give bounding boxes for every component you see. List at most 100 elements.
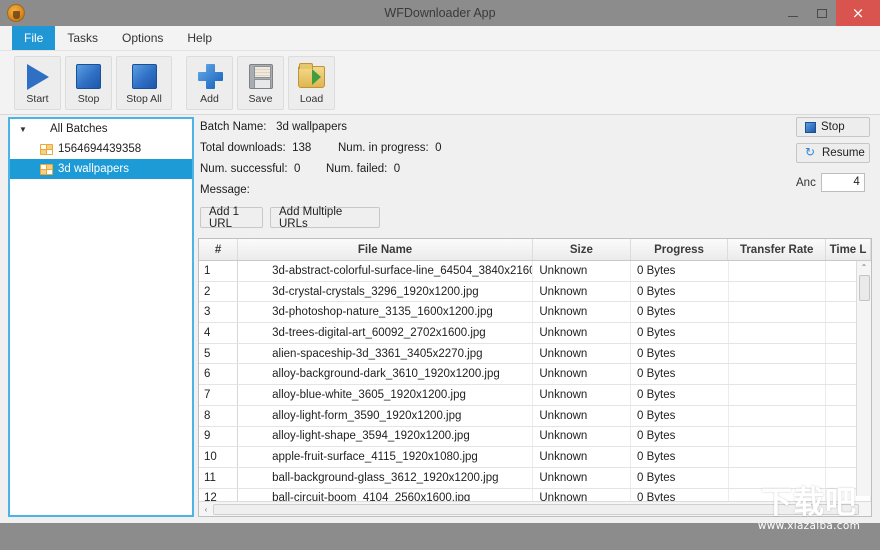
window-controls: ×: [778, 0, 880, 26]
cell-progress: 0 Bytes: [631, 364, 729, 385]
stop-all-button-label: Stop All: [126, 92, 162, 105]
save-button[interactable]: Save: [237, 55, 284, 110]
stop-all-button[interactable]: Stop All: [116, 55, 172, 110]
cell-num: 6: [199, 364, 239, 385]
chevron-down-icon[interactable]: ▼: [16, 125, 30, 134]
table-row[interactable]: 1 3d-abstract-colorful-surface-line_64504…: [199, 261, 871, 282]
menu-item-file[interactable]: File: [12, 26, 56, 50]
batch-resume-button[interactable]: ↻ Resume: [796, 143, 870, 163]
add-one-url-button[interactable]: Add 1 URL: [200, 206, 263, 230]
in-progress-value: 0: [435, 142, 442, 154]
total-downloads-line: Total downloads: 138: [200, 142, 311, 154]
batch-stop-label: Stop: [821, 121, 845, 133]
column-header-time-left[interactable]: Time L: [826, 239, 871, 260]
anc-field-row: Anc 4: [796, 173, 865, 192]
menu-bar: File Tasks Options Help: [0, 26, 880, 51]
load-button-label: Load: [299, 92, 324, 105]
column-header-size[interactable]: Size: [533, 239, 631, 260]
cell-num: 10: [199, 447, 239, 467]
cell-name: alloy-blue-white_3605_1920x1200.jpg: [238, 385, 534, 405]
downloads-table: # File Name Size Progress Transfer Rate …: [198, 238, 872, 517]
cell-rate: [729, 281, 827, 302]
table-row[interactable]: 3 3d-photoshop-nature_3135_1600x1200.jpg U…: [199, 302, 871, 324]
plus-icon: [195, 61, 225, 91]
cell-progress: 0 Bytes: [631, 343, 729, 364]
batch-name-line: Batch Name: 3d wallpapers: [200, 121, 347, 133]
cell-progress: 0 Bytes: [631, 467, 729, 488]
column-header-filename[interactable]: File Name: [238, 239, 534, 260]
cell-progress: 0 Bytes: [631, 426, 729, 447]
anc-input[interactable]: 4: [820, 173, 865, 192]
tree-root-all-batches[interactable]: ▼ All Batches: [10, 119, 192, 139]
batch-icon: [40, 163, 53, 175]
successful-line: Num. successful: 0: [200, 163, 300, 175]
column-header-transfer-rate[interactable]: Transfer Rate: [728, 239, 827, 260]
table-row[interactable]: 7 alloy-blue-white_3605_1920x1200.jpg Unkn…: [199, 385, 871, 406]
table-row[interactable]: 8 alloy-light-form_3590_1920x1200.jpg Unkn…: [199, 405, 871, 427]
column-header-num[interactable]: #: [199, 239, 239, 260]
sidebar-item-1564694439358[interactable]: 1564694439358: [10, 139, 192, 159]
failed-value: 0: [393, 163, 401, 175]
stop-button[interactable]: Stop: [65, 55, 112, 110]
successful-label: Num. successful:: [200, 163, 288, 175]
table-row[interactable]: 9 alloy-light-shape_3594_1920x1200.jpg Unk…: [199, 426, 871, 448]
menu-item-options[interactable]: Options: [110, 26, 175, 50]
menu-item-help[interactable]: Help: [175, 26, 224, 50]
cell-size: Unknown: [533, 405, 632, 426]
cell-num: 9: [199, 426, 239, 447]
watermark: 下载吧 www.xiazaiba.com: [744, 488, 874, 542]
in-progress-label: Num. in progress:: [338, 142, 429, 154]
in-progress-line: Num. in progress: 0: [338, 142, 442, 154]
app-window: WFDownloader App × File Tasks Options He…: [0, 0, 880, 550]
cell-rate: [729, 261, 827, 281]
cell-progress: 0 Bytes: [631, 302, 729, 323]
watermark-url: www.xiazaiba.com: [757, 520, 861, 532]
table-body: 1 3d-abstract-colorful-surface-line_64504…: [199, 261, 871, 510]
cell-rate: [729, 447, 827, 467]
cell-progress: 0 Bytes: [631, 385, 729, 405]
scroll-left-icon[interactable]: ‹: [199, 505, 213, 514]
failed-line: Num. failed: 0: [326, 163, 400, 175]
sidebar-item-label: 3d wallpapers: [58, 163, 129, 175]
cell-progress: 0 Bytes: [631, 323, 729, 343]
cell-num: 8: [199, 405, 239, 426]
minimize-icon: [787, 15, 798, 17]
scroll-up-icon[interactable]: ⌃: [857, 261, 871, 274]
total-downloads-label: Total downloads:: [200, 142, 286, 154]
cell-size: Unknown: [533, 385, 632, 405]
sidebar-item-3d-wallpapers[interactable]: 3d wallpapers: [10, 159, 192, 179]
close-button[interactable]: ×: [836, 0, 880, 26]
table-row[interactable]: 2 3d-crystal-crystals_3296_1920x1200.jpg U…: [199, 281, 871, 303]
menu-item-tasks[interactable]: Tasks: [55, 26, 110, 50]
table-row[interactable]: 6 alloy-background-dark_3610_1920x1200.jp…: [199, 364, 871, 386]
cell-name: 3d-photoshop-nature_3135_1600x1200.jpg: [238, 302, 534, 323]
maximize-button[interactable]: [807, 0, 836, 26]
batches-tree[interactable]: ▼ All Batches 1564694439358 3d wallpaper…: [8, 117, 194, 517]
stop-square-icon: [805, 121, 816, 133]
minimize-button[interactable]: [778, 0, 807, 26]
vertical-scroll-thumb[interactable]: [859, 275, 870, 301]
batch-stop-button[interactable]: Stop: [796, 117, 870, 137]
cell-rate: [729, 426, 827, 447]
load-button[interactable]: Load: [288, 55, 335, 110]
table-vertical-scrollbar[interactable]: ⌃: [856, 261, 871, 496]
cell-num: 7: [199, 385, 239, 405]
cell-num: 3: [199, 302, 239, 323]
cell-progress: 0 Bytes: [631, 281, 729, 302]
message-line: Message:: [200, 184, 256, 196]
save-button-label: Save: [248, 92, 273, 105]
add-multiple-urls-button[interactable]: Add Multiple URLs: [270, 206, 380, 230]
cell-num: 5: [199, 343, 239, 364]
column-header-progress[interactable]: Progress: [631, 239, 729, 260]
cell-rate: [729, 343, 827, 364]
table-row[interactable]: 5 alien-spaceship-3d_3361_3405x2270.jpg Un…: [199, 343, 871, 365]
cell-progress: 0 Bytes: [631, 447, 729, 467]
table-row[interactable]: 10 apple-fruit-surface_4115_1920x1080.jpg…: [199, 447, 871, 468]
table-row[interactable]: 4 3d-trees-digital-art_60092_2702x1600.jp…: [199, 323, 871, 344]
toolbar: Start Stop Stop All Add Save Load: [0, 51, 880, 115]
add-button[interactable]: Add: [186, 55, 233, 110]
message-label: Message:: [200, 184, 250, 196]
start-button[interactable]: Start: [14, 55, 61, 110]
floppy-disk-icon: [246, 61, 276, 91]
refresh-icon: ↻: [805, 145, 816, 159]
